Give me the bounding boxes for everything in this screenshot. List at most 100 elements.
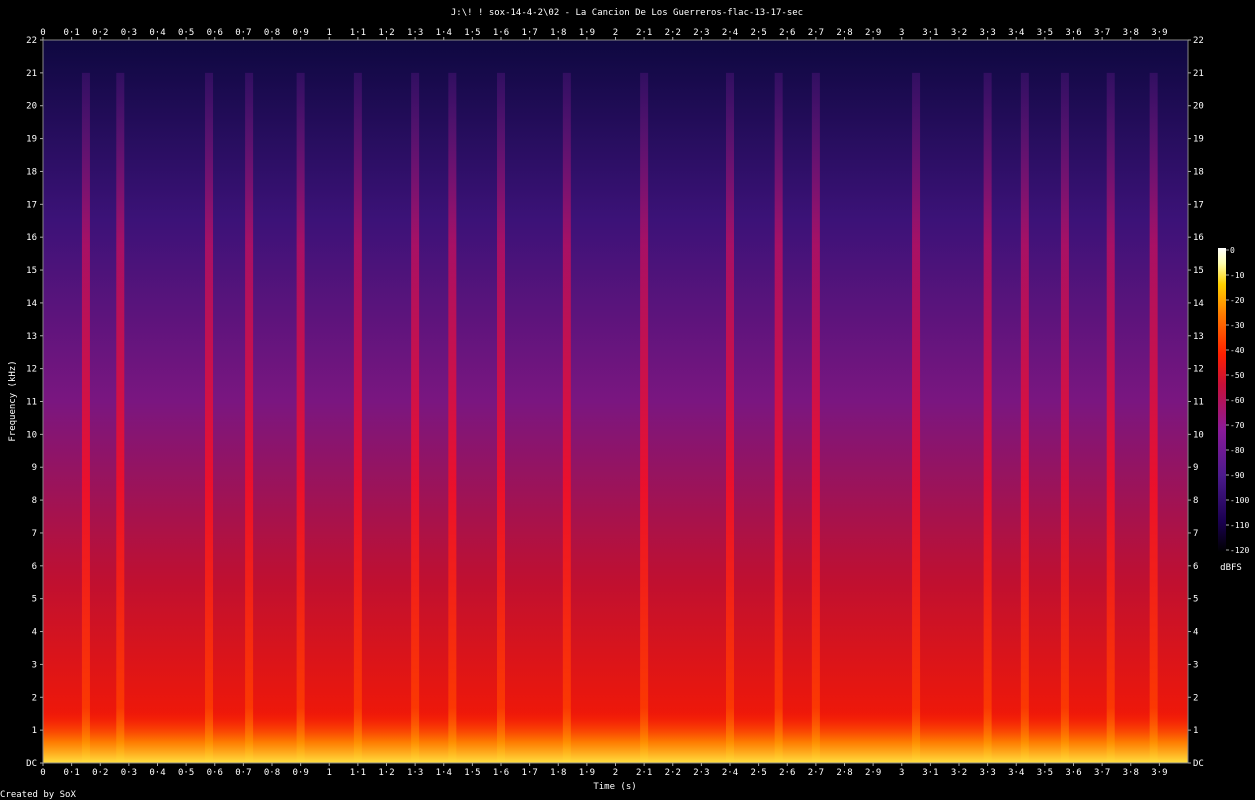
x-tick-label: 0·5 bbox=[178, 28, 194, 38]
x-tick-label: 3·2 bbox=[951, 28, 967, 38]
x-tick-label: 2 bbox=[613, 768, 618, 778]
x-tick-label: 0·4 bbox=[149, 28, 165, 38]
x-tick-label: 3·1 bbox=[922, 768, 938, 778]
y-tick-label: 13 bbox=[26, 332, 37, 342]
chart-title: J:\! ! sox-14-4-2\02 - La Cancion De Los… bbox=[451, 8, 803, 18]
x-tick-label: 1·4 bbox=[436, 768, 452, 778]
x-tick-label: 0·2 bbox=[92, 28, 108, 38]
x-tick-label: 1·2 bbox=[378, 28, 394, 38]
x-tick-label: 0·8 bbox=[264, 768, 280, 778]
onset-streak bbox=[448, 72, 457, 763]
y-tick-label: 10 bbox=[1193, 430, 1204, 440]
colorbar-gradient bbox=[1218, 248, 1226, 552]
x-tick-label: 3·2 bbox=[951, 768, 967, 778]
x-tick-label: 2·8 bbox=[836, 28, 852, 38]
x-tick-label: 2·4 bbox=[722, 768, 738, 778]
colorbar-tick-label: -90 bbox=[1230, 471, 1245, 480]
onset-streak bbox=[296, 72, 305, 763]
onset-streak bbox=[411, 72, 420, 763]
x-tick-label: 1·8 bbox=[550, 768, 566, 778]
x-tick-label: 1·7 bbox=[521, 768, 537, 778]
x-tick-label: 1·6 bbox=[493, 768, 509, 778]
y-tick-label: 22 bbox=[26, 36, 37, 46]
colorbar-tick-label: -70 bbox=[1230, 421, 1245, 430]
x-tick-label: 2·4 bbox=[722, 28, 738, 38]
y-tick-label: 21 bbox=[26, 69, 37, 79]
y-tick-label: 11 bbox=[26, 398, 37, 408]
y-tick-label: 19 bbox=[26, 135, 37, 145]
x-tick-label: 1·5 bbox=[464, 28, 480, 38]
x-tick-label: 3 bbox=[899, 28, 904, 38]
colorbar-tick-label: -60 bbox=[1230, 396, 1245, 405]
x-tick-label: 3·7 bbox=[1094, 28, 1110, 38]
x-tick-label: 0·9 bbox=[292, 28, 308, 38]
y-tick-label: 18 bbox=[1193, 167, 1204, 177]
y-tick-label: DC bbox=[1193, 759, 1204, 769]
x-tick-label: 2·7 bbox=[808, 28, 824, 38]
onset-streak bbox=[205, 72, 214, 763]
y-tick-label: 12 bbox=[26, 365, 37, 375]
colorbar-tick-label: -80 bbox=[1230, 446, 1245, 455]
y-tick-label: 19 bbox=[1193, 135, 1204, 145]
x-tick-label: 3·4 bbox=[1008, 28, 1024, 38]
x-tick-label: 1·9 bbox=[579, 768, 595, 778]
y-tick-label: 3 bbox=[32, 660, 37, 670]
x-tick-label: 0 bbox=[40, 28, 45, 38]
spectrogram-background bbox=[43, 40, 1188, 763]
x-tick-label: 3·9 bbox=[1151, 768, 1167, 778]
onset-streak bbox=[245, 72, 254, 763]
x-tick-label: 3·1 bbox=[922, 28, 938, 38]
y-tick-label: 8 bbox=[1193, 496, 1198, 506]
x-tick-label: 2·9 bbox=[865, 768, 881, 778]
x-tick-label: 0·6 bbox=[207, 28, 223, 38]
onset-streak bbox=[81, 72, 90, 763]
y-tick-label: 6 bbox=[32, 562, 37, 572]
y-tick-label: 17 bbox=[1193, 200, 1204, 210]
x-tick-label: 3·3 bbox=[979, 768, 995, 778]
colorbar-label: dBFS bbox=[1220, 563, 1242, 573]
onset-streak bbox=[562, 72, 571, 763]
onset-streak bbox=[1106, 72, 1115, 763]
x-tick-label: 2 bbox=[613, 28, 618, 38]
onset-streak bbox=[811, 72, 820, 763]
colorbar-tick-label: -30 bbox=[1230, 321, 1245, 330]
colorbar-tick-label: -120 bbox=[1230, 546, 1249, 555]
y-tick-label: 20 bbox=[1193, 102, 1204, 112]
x-tick-label: 0·7 bbox=[235, 768, 251, 778]
y-tick-label: 14 bbox=[26, 299, 37, 309]
x-tick-label: 1 bbox=[327, 28, 332, 38]
y-tick-label: 18 bbox=[26, 167, 37, 177]
x-tick-label: 0·4 bbox=[149, 768, 165, 778]
x-tick-label: 3·5 bbox=[1037, 28, 1053, 38]
colorbar-tick-label: -40 bbox=[1230, 346, 1245, 355]
y-tick-label: 6 bbox=[1193, 562, 1198, 572]
x-tick-label: 2·2 bbox=[665, 28, 681, 38]
colorbar-tick-label: -10 bbox=[1230, 271, 1245, 280]
y-tick-label: 7 bbox=[32, 529, 37, 539]
x-tick-label: 0·8 bbox=[264, 28, 280, 38]
x-axis-label: Time (s) bbox=[593, 782, 636, 792]
plot-area bbox=[42, 39, 1189, 764]
x-tick-label: 1·4 bbox=[436, 28, 452, 38]
x-tick-label: 1·2 bbox=[378, 768, 394, 778]
onset-streak bbox=[1060, 72, 1069, 763]
x-tick-label: 3 bbox=[899, 768, 904, 778]
y-tick-label: 17 bbox=[26, 200, 37, 210]
y-tick-label: 8 bbox=[32, 496, 37, 506]
x-tick-label: 2·2 bbox=[665, 768, 681, 778]
onset-streak bbox=[640, 72, 649, 763]
y-tick-label: 21 bbox=[1193, 69, 1204, 79]
x-tick-label: 2·9 bbox=[865, 28, 881, 38]
y-tick-label: 7 bbox=[1193, 529, 1198, 539]
x-tick-label: 3·8 bbox=[1123, 28, 1139, 38]
onset-streak bbox=[726, 72, 734, 763]
y-tick-label: 1 bbox=[1193, 726, 1198, 736]
x-tick-label: 3·7 bbox=[1094, 768, 1110, 778]
onset-streak bbox=[1020, 72, 1029, 763]
x-tick-label: 0·6 bbox=[207, 768, 223, 778]
x-tick-label: 1·9 bbox=[579, 28, 595, 38]
onset-streak bbox=[353, 72, 362, 763]
x-tick-label: 1 bbox=[327, 768, 332, 778]
colorbar-tick-label: -100 bbox=[1230, 496, 1249, 505]
x-tick-label: 1·7 bbox=[521, 28, 537, 38]
